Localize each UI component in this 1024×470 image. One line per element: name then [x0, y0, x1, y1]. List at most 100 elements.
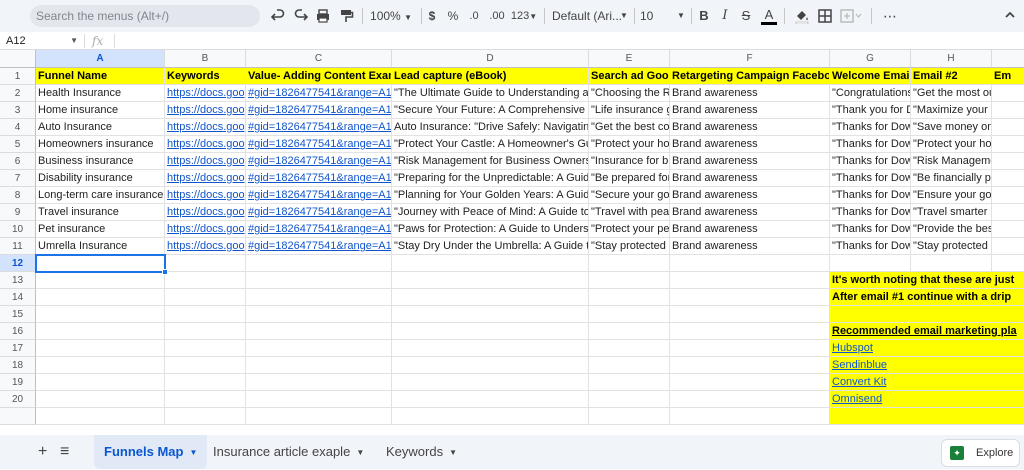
undo-icon[interactable]: [268, 5, 288, 27]
table-cell[interactable]: Brand awareness: [670, 170, 830, 187]
increase-decimal-button[interactable]: .00: [487, 5, 507, 27]
header-cell[interactable]: Value- Adding Content Exam: [246, 68, 392, 85]
column-header-d[interactable]: D: [392, 50, 589, 68]
menu-search-input[interactable]: Search the menus (Alt+/): [30, 5, 260, 27]
empty-cell[interactable]: [589, 340, 670, 357]
row-header-14[interactable]: 14: [0, 289, 36, 306]
row-header-5[interactable]: 5: [0, 136, 36, 153]
table-cell[interactable]: "Thanks for Down: [830, 187, 911, 204]
row-header-20[interactable]: 20: [0, 391, 36, 408]
table-cell[interactable]: "Provide the best car: [911, 221, 992, 238]
paint-format-icon[interactable]: [336, 5, 356, 27]
link-cell[interactable]: #gid=1826477541&range=A1: [246, 119, 392, 136]
link-cell[interactable]: https://docs.goog: [165, 102, 246, 119]
empty-cell[interactable]: [246, 357, 392, 374]
empty-cell[interactable]: [165, 272, 246, 289]
link-cell[interactable]: https://docs.goog: [165, 204, 246, 221]
table-cell[interactable]: "Travel smarter and s: [911, 204, 992, 221]
empty-cell[interactable]: [392, 357, 589, 374]
empty-cell[interactable]: [165, 255, 246, 272]
strikethrough-button[interactable]: S: [739, 5, 753, 27]
redo-icon[interactable]: [291, 5, 311, 27]
table-cell[interactable]: Business insurance: [36, 153, 165, 170]
currency-format-button[interactable]: $: [425, 5, 439, 27]
table-cell[interactable]: Long-term care insurance: [36, 187, 165, 204]
empty-cell[interactable]: [392, 408, 589, 425]
empty-cell[interactable]: [36, 391, 165, 408]
table-cell[interactable]: "Congratulations: [830, 85, 911, 102]
percent-format-button[interactable]: %: [446, 5, 460, 27]
link-cell[interactable]: https://docs.goog: [165, 85, 246, 102]
select-all-corner[interactable]: [0, 50, 36, 68]
number-format-select[interactable]: 123▼: [510, 5, 538, 27]
table-cell[interactable]: "Be prepared for: [589, 170, 670, 187]
empty-cell[interactable]: [670, 255, 830, 272]
row-header-13[interactable]: 13: [0, 272, 36, 289]
empty-cell[interactable]: [830, 255, 911, 272]
table-cell[interactable]: "Thanks for Down: [830, 136, 911, 153]
empty-cell[interactable]: [165, 289, 246, 306]
table-cell[interactable]: Home insurance: [36, 102, 165, 119]
link-cell[interactable]: https://docs.goog: [165, 119, 246, 136]
platform-link[interactable]: Sendinblue: [830, 357, 1024, 374]
empty-cell[interactable]: [670, 408, 830, 425]
table-cell[interactable]: [992, 85, 1024, 102]
table-cell[interactable]: "Paws for Protection: A Guide to Underst…: [392, 221, 589, 238]
empty-cell[interactable]: [246, 289, 392, 306]
empty-cell[interactable]: [670, 272, 830, 289]
table-cell[interactable]: [992, 136, 1024, 153]
table-cell[interactable]: [992, 170, 1024, 187]
header-cell[interactable]: Funnel Name: [36, 68, 165, 85]
empty-cell[interactable]: [589, 391, 670, 408]
empty-cell[interactable]: [670, 289, 830, 306]
empty-cell[interactable]: [36, 306, 165, 323]
link-cell[interactable]: #gid=1826477541&range=A1: [246, 170, 392, 187]
table-cell[interactable]: "Preparing for the Unpredictable: A Guid…: [392, 170, 589, 187]
column-header-a[interactable]: A: [36, 50, 165, 68]
header-cell[interactable]: Search ad Goog: [589, 68, 670, 85]
table-cell[interactable]: Disability insurance: [36, 170, 165, 187]
empty-cell[interactable]: [589, 272, 670, 289]
name-box[interactable]: A12 ▼: [6, 33, 78, 49]
table-cell[interactable]: Brand awareness: [670, 85, 830, 102]
table-cell[interactable]: "Ensure your golden: [911, 187, 992, 204]
empty-cell[interactable]: [670, 357, 830, 374]
row-header-9[interactable]: 9: [0, 204, 36, 221]
table-cell[interactable]: "Journey with Peace of Mind: A Guide to: [392, 204, 589, 221]
empty-cell[interactable]: [165, 408, 246, 425]
empty-cell[interactable]: [246, 340, 392, 357]
empty-cell[interactable]: [36, 357, 165, 374]
italic-button[interactable]: I: [718, 5, 732, 27]
table-cell[interactable]: "Secure your gol: [589, 187, 670, 204]
link-cell[interactable]: #gid=1826477541&range=A1: [246, 238, 392, 255]
decrease-decimal-button[interactable]: .0: [466, 5, 482, 27]
platform-link[interactable]: Hubspot: [830, 340, 1024, 357]
table-cell[interactable]: "Protect your home a: [911, 136, 992, 153]
row-header-6[interactable]: 6: [0, 153, 36, 170]
tab-insurance-article[interactable]: Insurance article exaple ▼: [203, 435, 374, 469]
empty-cell[interactable]: [246, 272, 392, 289]
empty-cell[interactable]: [670, 306, 830, 323]
empty-cell[interactable]: [165, 323, 246, 340]
empty-cell[interactable]: [246, 391, 392, 408]
header-cell[interactable]: Welcome Email: [830, 68, 911, 85]
empty-cell[interactable]: [36, 289, 165, 306]
link-cell[interactable]: #gid=1826477541&range=A1: [246, 204, 392, 221]
table-cell[interactable]: Umrella Insurance: [36, 238, 165, 255]
table-cell[interactable]: Pet insurance: [36, 221, 165, 238]
table-cell[interactable]: "Thanks for Down: [830, 170, 911, 187]
table-cell[interactable]: Health Insurance: [36, 85, 165, 102]
empty-cell[interactable]: [392, 306, 589, 323]
empty-cell[interactable]: [670, 323, 830, 340]
link-cell[interactable]: #gid=1826477541&range=A1: [246, 187, 392, 204]
platform-link[interactable]: Omnisend: [830, 391, 1024, 408]
row-header-18[interactable]: 18: [0, 357, 36, 374]
link-cell[interactable]: #gid=1826477541&range=A1: [246, 102, 392, 119]
row-header-10[interactable]: 10: [0, 221, 36, 238]
zoom-select[interactable]: 100% ▼: [366, 5, 416, 27]
empty-cell[interactable]: [589, 357, 670, 374]
table-cell[interactable]: Brand awareness: [670, 136, 830, 153]
empty-cell[interactable]: [165, 306, 246, 323]
row-header-16[interactable]: 16: [0, 323, 36, 340]
table-cell[interactable]: "The Ultimate Guide to Understanding and: [392, 85, 589, 102]
